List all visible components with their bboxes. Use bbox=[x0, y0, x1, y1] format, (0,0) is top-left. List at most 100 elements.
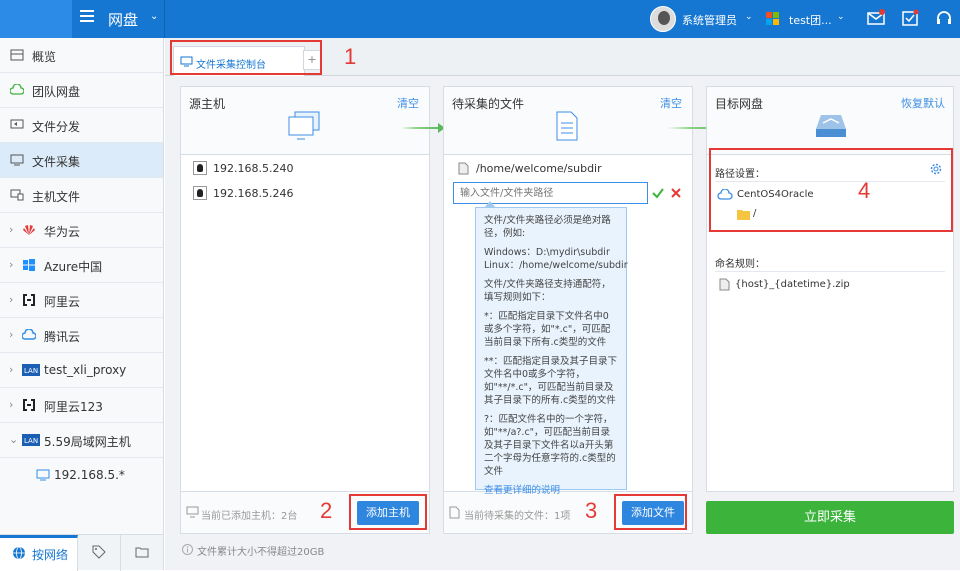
mail-icon[interactable] bbox=[866, 9, 886, 27]
chevron-right-icon[interactable]: › bbox=[9, 363, 13, 376]
org-name[interactable]: test团... bbox=[789, 12, 832, 28]
chevron-right-icon[interactable]: › bbox=[9, 258, 13, 271]
disk-icon bbox=[816, 115, 846, 137]
panel-title: 源主机 bbox=[189, 97, 226, 111]
sidebar-item-team-disk[interactable]: 团队网盘 bbox=[0, 73, 163, 108]
tab-folders[interactable] bbox=[121, 535, 163, 571]
sidebar-item-label: 文件分发 bbox=[32, 120, 81, 134]
cancel-x-icon[interactable] bbox=[670, 187, 682, 199]
chevron-right-icon[interactable]: › bbox=[9, 398, 13, 411]
sidebar: 概览 团队网盘 文件分发 文件采集 主机文件 › 华为云 › Azure中国 ›… bbox=[0, 38, 164, 571]
collect-icon bbox=[10, 154, 24, 166]
annotation-box bbox=[709, 148, 953, 232]
sidebar-item-overview[interactable]: 概览 bbox=[0, 38, 163, 73]
tooltip-text: ?：匹配文件名中的一个字符，如"**/a?.c"，可匹配当前目录及其子目录下文件… bbox=[484, 414, 616, 477]
source-host-panel: 源主机 清空 192.168.5.240 192.168.5.246 当前已添加… bbox=[180, 86, 430, 534]
naming-rule-label: 命名规则： bbox=[715, 259, 765, 270]
user-name[interactable]: 系统管理员 bbox=[682, 12, 737, 28]
tooltip-text: **：匹配指定目录及其子目录下文件名中0或多个字符，如"**/*.c"，可匹配当… bbox=[484, 356, 618, 406]
file-count: 当前待采集的文件：1项 bbox=[464, 511, 571, 522]
avatar[interactable] bbox=[650, 6, 676, 32]
clear-button[interactable]: 清空 bbox=[660, 95, 682, 111]
sidebar-item-aliyun123[interactable]: › 阿里云123 bbox=[0, 388, 163, 423]
linux-icon bbox=[193, 186, 207, 200]
tab-tags[interactable] bbox=[78, 535, 121, 571]
chevron-down-icon[interactable]: ⌄ bbox=[9, 433, 18, 446]
annotation-box bbox=[614, 494, 687, 530]
divider bbox=[715, 271, 945, 272]
target-disk-panel: 目标网盘 恢复默认 路径设置： CentOS4Oracle / 命名规则： {h… bbox=[706, 86, 954, 492]
sidebar-item-label: 192.168.5.* bbox=[54, 468, 125, 482]
windows-icon bbox=[23, 259, 35, 271]
file-add-icon bbox=[449, 506, 460, 519]
sidebar-item-label: test_xli_proxy bbox=[44, 363, 127, 377]
tooltip-text: Linux：/home/welcome/subdir bbox=[484, 260, 628, 271]
tag-icon bbox=[92, 545, 106, 559]
sidebar-item-host-files[interactable]: 主机文件 bbox=[0, 178, 163, 213]
aliyun-icon bbox=[23, 399, 35, 411]
sidebar-item-aliyun[interactable]: › 阿里云 bbox=[0, 283, 163, 318]
file-icon bbox=[458, 162, 469, 175]
sidebar-item-label: 主机文件 bbox=[32, 190, 81, 204]
lan-icon: LAN bbox=[22, 434, 40, 446]
start-collect-button[interactable]: 立即采集 bbox=[706, 501, 954, 534]
sidebar-item-lan-hosts[interactable]: ⌄ LAN 5.59局域网主机 bbox=[0, 423, 163, 458]
tooltip-text: *：匹配指定目录下文件名中0或多个字符，如"*.c"，可匹配当前目录下所有.c类… bbox=[484, 311, 611, 348]
sidebar-item-azure[interactable]: › Azure中国 bbox=[0, 248, 163, 283]
help-link[interactable]: 查看更详细的说明 bbox=[484, 485, 560, 496]
file-path-input[interactable] bbox=[453, 182, 648, 204]
sidebar-item-collect[interactable]: 文件采集 bbox=[0, 143, 163, 178]
tab-label: 按网络 bbox=[32, 548, 69, 562]
tooltip-text: 文件/文件夹路径支持通配符，填写规则如下： bbox=[484, 279, 611, 303]
task-check-icon[interactable] bbox=[900, 9, 920, 27]
host-row[interactable]: 192.168.5.246 bbox=[193, 184, 393, 204]
size-limit-note: 文件累计大小不得超过20GB bbox=[197, 547, 325, 558]
annotation-number: 4 bbox=[858, 178, 871, 203]
share-icon bbox=[10, 119, 24, 129]
reset-default-button[interactable]: 恢复默认 bbox=[901, 95, 945, 111]
chevron-down-icon[interactable]: ⌄ bbox=[837, 12, 845, 22]
sidebar-item-label: 华为云 bbox=[44, 225, 81, 239]
aliyun-icon bbox=[23, 294, 35, 306]
globe-icon bbox=[13, 546, 25, 560]
naming-rule-value: {host}_{datetime}.zip bbox=[735, 279, 850, 290]
annotation-box bbox=[170, 40, 322, 75]
sidebar-item-subnet[interactable]: 192.168.5.* bbox=[0, 458, 163, 493]
monitor-icon bbox=[186, 506, 199, 518]
folder-icon bbox=[135, 547, 149, 558]
tab-by-network[interactable]: 按网络 bbox=[0, 535, 78, 571]
sidebar-item-huawei[interactable]: › 华为云 bbox=[0, 213, 163, 248]
sidebar-item-label: 概览 bbox=[32, 50, 57, 64]
chevron-right-icon[interactable]: › bbox=[9, 328, 13, 341]
tooltip-text: Windows：D:\mydir\subdir bbox=[484, 247, 610, 258]
divider bbox=[164, 0, 165, 38]
sidebar-item-distribute[interactable]: 文件分发 bbox=[0, 108, 163, 143]
chevron-right-icon[interactable]: › bbox=[9, 223, 13, 236]
document-icon bbox=[556, 111, 578, 141]
clear-button[interactable]: 清空 bbox=[397, 95, 419, 111]
app-title[interactable]: 网盘 bbox=[108, 9, 138, 30]
chevron-right-icon[interactable]: › bbox=[9, 293, 13, 306]
logo bbox=[0, 0, 72, 38]
panel-header: 待采集的文件 清空 bbox=[444, 87, 692, 155]
sidebar-item-proxy[interactable]: › LAN test_xli_proxy bbox=[0, 353, 163, 388]
sidebar-item-tencent[interactable]: › 腾讯云 bbox=[0, 318, 163, 353]
chevron-down-icon[interactable]: ⌄ bbox=[150, 11, 158, 22]
monitor-icon bbox=[36, 469, 50, 481]
file-row[interactable]: /home/welcome/subdir bbox=[456, 159, 676, 179]
headset-icon[interactable] bbox=[934, 9, 954, 27]
annotation-number: 1 bbox=[344, 44, 357, 69]
sidebar-item-label: 文件采集 bbox=[32, 155, 81, 169]
path-help-tooltip: 文件/文件夹路径必须是绝对路径，例如: Windows：D:\mydir\sub… bbox=[475, 201, 628, 496]
sidebar-item-label: 团队网盘 bbox=[32, 85, 81, 99]
info-icon bbox=[182, 544, 193, 555]
host-row[interactable]: 192.168.5.240 bbox=[193, 159, 393, 179]
hamburger-menu-icon[interactable] bbox=[80, 10, 94, 22]
lan-icon: LAN bbox=[22, 364, 40, 376]
linux-icon bbox=[193, 161, 207, 175]
host-ip: 192.168.5.240 bbox=[213, 162, 294, 175]
chevron-down-icon[interactable]: ⌄ bbox=[745, 12, 753, 22]
monitor-icon bbox=[288, 111, 320, 140]
confirm-check-icon[interactable] bbox=[651, 186, 665, 200]
sidebar-item-label: 5.59局域网主机 bbox=[44, 435, 131, 449]
